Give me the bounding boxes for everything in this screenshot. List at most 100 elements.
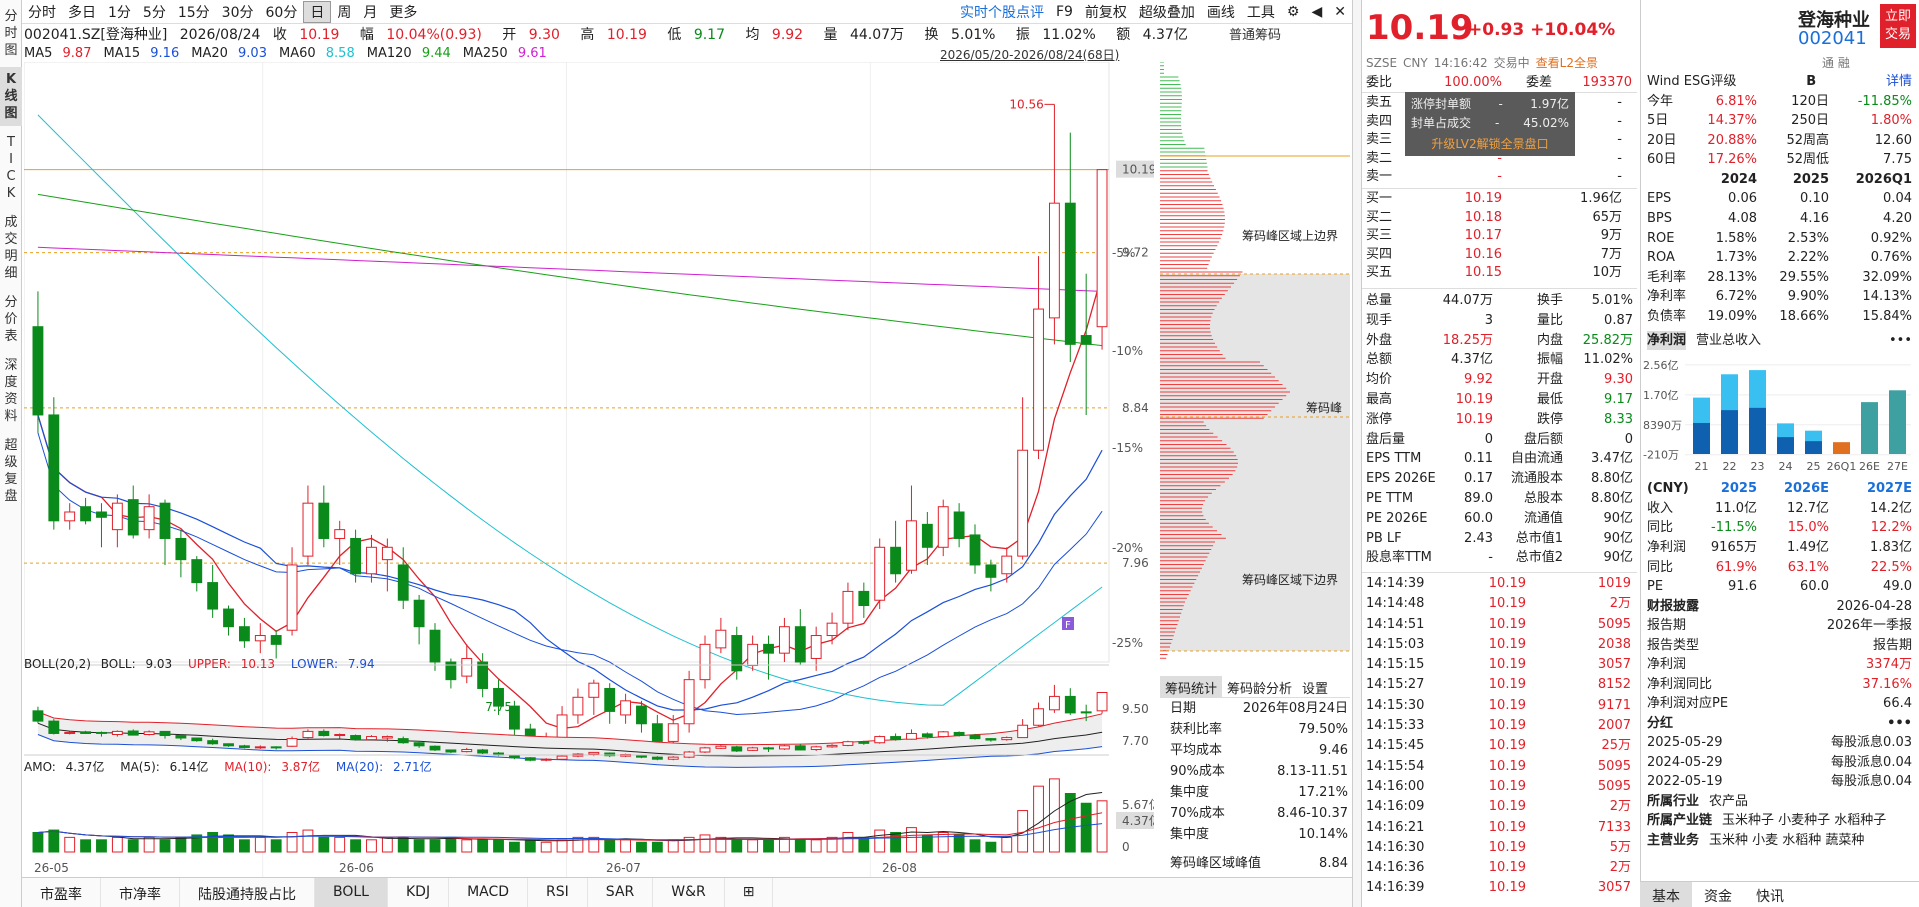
profit-bar[interactable]: [1861, 402, 1878, 455]
indicator-tab-8[interactable]: W&R: [653, 878, 725, 907]
more-icon[interactable]: •••: [1889, 331, 1912, 351]
candle-body[interactable]: [191, 559, 203, 584]
candle-body[interactable]: [794, 626, 806, 663]
period-tab-10[interactable]: 更多: [383, 2, 423, 22]
candle-body[interactable]: [397, 564, 409, 601]
book-row[interactable]: 买四 10.16 7万: [1366, 246, 1636, 265]
left-tab-0[interactable]: 分时图: [0, 4, 22, 63]
gear-icon[interactable]: ⚙: [1281, 4, 1306, 20]
candle-body[interactable]: [572, 696, 584, 716]
candle-body[interactable]: [32, 326, 44, 416]
candle-body[interactable]: [810, 635, 822, 659]
period-tab-6[interactable]: 60分: [260, 2, 304, 22]
left-tab-2[interactable]: TICK: [0, 130, 22, 206]
candle-body[interactable]: [366, 546, 377, 575]
detail-link[interactable]: 详情: [1886, 72, 1912, 92]
chip-tab-1[interactable]: 筹码龄分析: [1222, 676, 1297, 697]
candle-body[interactable]: [636, 705, 647, 725]
candle-body[interactable]: [80, 506, 92, 522]
candle-body[interactable]: [1064, 202, 1076, 345]
candle-body[interactable]: [254, 635, 266, 642]
candle-body[interactable]: [238, 626, 250, 642]
candle-body[interactable]: [921, 523, 933, 548]
company-tab-2[interactable]: 快讯: [1744, 882, 1796, 907]
candle-body[interactable]: [48, 414, 60, 522]
candle-body[interactable]: [969, 534, 981, 566]
candle-body[interactable]: [413, 599, 425, 628]
candle-body[interactable]: [207, 582, 219, 610]
candle-body[interactable]: [334, 529, 346, 539]
period-tab-3[interactable]: 5分: [137, 2, 172, 22]
indicator-tab-0[interactable]: 市盈率: [22, 878, 101, 907]
book-row[interactable]: 买一 10.19 1.96亿: [1366, 190, 1636, 209]
candle-body[interactable]: [1017, 449, 1029, 557]
period-tab-8[interactable]: 周: [331, 2, 357, 22]
date-range[interactable]: 2026/05/20-2026/08/24(68日): [940, 46, 1119, 63]
toolbar-right-2[interactable]: 前复权: [1079, 2, 1133, 22]
book-row[interactable]: 买三 10.17 9万: [1366, 227, 1636, 246]
candle-body[interactable]: [778, 626, 790, 654]
candle-body[interactable]: [763, 643, 774, 654]
candle-body[interactable]: [747, 643, 759, 667]
candle-body[interactable]: [826, 622, 838, 637]
candle-body[interactable]: [699, 643, 711, 681]
candle-body[interactable]: [302, 502, 314, 557]
toolbar-right-4[interactable]: 画线: [1201, 2, 1241, 22]
candle-body[interactable]: [985, 564, 997, 578]
candle-body[interactable]: [461, 657, 473, 677]
indicator-tab-4[interactable]: KDJ: [388, 878, 450, 907]
candle-body[interactable]: [477, 661, 489, 689]
more-icon[interactable]: •••: [1887, 714, 1912, 734]
indicator-tab-2[interactable]: 陆股通持股占比: [180, 878, 315, 907]
candle-body[interactable]: [937, 506, 949, 548]
l2-link[interactable]: 查看L2全景: [1536, 56, 1598, 70]
add-indicator-icon[interactable]: ⊞: [725, 878, 774, 907]
left-tab-4[interactable]: 分价表: [0, 290, 22, 349]
indicator-tab-1[interactable]: 市净率: [101, 878, 180, 907]
candle-body[interactable]: [223, 608, 234, 628]
company-tab-1[interactable]: 资金: [1692, 882, 1744, 907]
candle-body[interactable]: [143, 506, 155, 531]
back-icon[interactable]: ◀: [1305, 4, 1328, 20]
tick-list[interactable]: 14:14:39 10.19 1019 14:14:48 10.19 2万 14:14:51…: [1366, 575, 1636, 900]
trade-button[interactable]: 立即交易: [1880, 4, 1916, 48]
chip-tab-0[interactable]: 筹码统计: [1160, 676, 1223, 697]
candle-body[interactable]: [429, 629, 441, 663]
close-icon[interactable]: ✕: [1328, 4, 1352, 20]
candle-body[interactable]: [350, 537, 362, 575]
bar-tab-1[interactable]: 营业总收入: [1696, 331, 1761, 351]
bar-tab-0[interactable]: 净利润: [1647, 330, 1687, 351]
candle-body[interactable]: [270, 635, 282, 645]
period-tab-2[interactable]: 1分: [102, 2, 137, 22]
candle-body[interactable]: [1001, 555, 1013, 575]
left-tab-5[interactable]: 深度资料: [0, 353, 22, 429]
candle-body[interactable]: [175, 537, 187, 561]
candle-body[interactable]: [858, 590, 870, 607]
period-tab-1[interactable]: 多日: [62, 2, 102, 22]
indicator-tab-5[interactable]: MACD: [449, 878, 529, 907]
left-tab-1[interactable]: K线图: [0, 67, 22, 126]
toolbar-right-0[interactable]: 实时个股点评: [954, 2, 1050, 22]
book-row[interactable]: 卖一 - -: [1366, 168, 1636, 187]
candle-body[interactable]: [874, 546, 886, 601]
candle-body[interactable]: [96, 511, 107, 518]
left-tab-3[interactable]: 成交明细: [0, 210, 22, 286]
candle-body[interactable]: [683, 679, 695, 725]
period-tab-7[interactable]: 日: [303, 0, 332, 23]
panel-divider[interactable]: [1352, 0, 1362, 907]
period-tab-0[interactable]: 分时: [22, 2, 62, 22]
candle-body[interactable]: [715, 629, 727, 649]
candle-body[interactable]: [890, 546, 902, 575]
candle-body[interactable]: [318, 502, 330, 539]
period-tab-5[interactable]: 30分: [216, 2, 260, 22]
company-tab-0[interactable]: 基本: [1640, 882, 1692, 907]
candle-body[interactable]: [588, 682, 600, 698]
candle-body[interactable]: [381, 546, 393, 561]
candle-body[interactable]: [127, 499, 139, 536]
book-row[interactable]: 买五 10.15 10万: [1366, 264, 1636, 283]
candle-body[interactable]: [159, 502, 171, 539]
candle-body[interactable]: [731, 635, 743, 672]
toolbar-right-3[interactable]: 超级叠加: [1133, 2, 1201, 22]
candle-body[interactable]: [906, 520, 917, 571]
left-tab-6[interactable]: 超级复盘: [0, 433, 22, 509]
